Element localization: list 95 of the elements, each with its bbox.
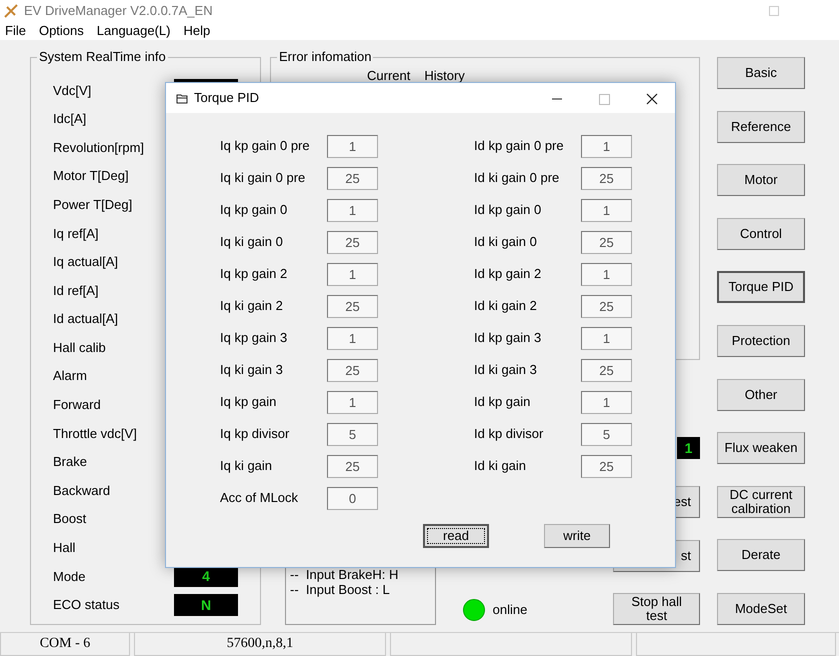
status-text: COM - 6 bbox=[0, 633, 130, 656]
input-field[interactable]: 1 bbox=[581, 390, 632, 414]
field-label: Id ki gain 0 pre bbox=[474, 169, 560, 188]
input-field[interactable]: 1 bbox=[581, 326, 632, 350]
nav-button[interactable]: Flux weaken bbox=[717, 432, 805, 464]
nav-button[interactable]: Control bbox=[717, 218, 805, 250]
field-label: Iq ki gain 3 bbox=[220, 361, 284, 380]
input-field[interactable]: 25 bbox=[327, 166, 378, 190]
field-label: Motor T[Deg] bbox=[53, 167, 130, 186]
nav-button[interactable]: Basic bbox=[717, 57, 805, 89]
dialog-title: Torque PID bbox=[194, 89, 260, 108]
field-label: Acc of MLock bbox=[220, 489, 300, 508]
input-field[interactable]: 1 bbox=[581, 134, 632, 158]
menu-item[interactable]: File bbox=[2, 22, 30, 40]
input-field[interactable]: 5 bbox=[581, 422, 632, 446]
window-title: EV DriveManager V2.0.0.7A_EN bbox=[24, 2, 213, 20]
input-field[interactable]: 25 bbox=[581, 358, 632, 382]
field-label: Hall calib bbox=[53, 338, 107, 357]
field-label: Idc[A] bbox=[53, 110, 88, 128]
field-label: Iq ki gain 0 bbox=[220, 233, 284, 252]
group-title: System RealTime info bbox=[37, 49, 168, 65]
nav-button[interactable]: Torque PID bbox=[717, 271, 805, 304]
field-label: ECO status bbox=[53, 596, 120, 614]
input-field[interactable]: 1 bbox=[327, 390, 378, 414]
field-label: Backward bbox=[53, 482, 112, 500]
field-label: Iq ki gain 0 pre bbox=[220, 169, 306, 188]
input-field[interactable]: 25 bbox=[327, 230, 378, 254]
nav-button[interactable]: Other bbox=[717, 378, 805, 411]
input-field[interactable]: 1 bbox=[327, 262, 378, 286]
log-line: -- Input Boost : L bbox=[290, 582, 391, 597]
field-label: Iq actual[A] bbox=[53, 253, 120, 272]
nav-button[interactable]: Protection bbox=[717, 324, 805, 357]
field-label: Id kp gain 3 bbox=[474, 329, 542, 348]
field-label: Iq kp gain 0 pre bbox=[220, 137, 311, 156]
menu-item[interactable]: Help bbox=[180, 22, 214, 40]
input-field[interactable]: 0 bbox=[327, 486, 378, 510]
input-field[interactable]: 1 bbox=[327, 198, 378, 222]
field-label: Id kp gain 2 bbox=[474, 265, 542, 284]
field-label: Hall bbox=[53, 539, 76, 558]
field-label: Mode bbox=[53, 568, 87, 586]
field-label: Id ref[A] bbox=[53, 282, 100, 300]
nav-button[interactable]: Motor bbox=[717, 164, 805, 196]
value-display: N bbox=[174, 594, 238, 616]
input-field[interactable]: 25 bbox=[581, 294, 632, 318]
status-text: 57600,n,8,1 bbox=[134, 633, 386, 656]
field-label: Id ki gain 0 bbox=[474, 233, 538, 252]
menu-item[interactable]: Language(L) bbox=[94, 22, 174, 40]
dialog-button[interactable]: write bbox=[544, 524, 610, 548]
input-field[interactable]: 1 bbox=[581, 198, 632, 222]
app-icon bbox=[4, 4, 18, 18]
log-line: -- Input BrakeH: H bbox=[290, 567, 400, 582]
input-field[interactable]: 1 bbox=[327, 326, 378, 350]
nav-button[interactable]: DC current calbiration bbox=[717, 486, 805, 518]
field-label: Id actual[A] bbox=[53, 310, 120, 328]
field-label: Iq ki gain bbox=[220, 457, 274, 476]
field-label: Throttle vdc[V] bbox=[53, 424, 138, 443]
status-label: online bbox=[492, 601, 528, 620]
menu-item[interactable]: Options bbox=[36, 22, 88, 40]
field-label: Brake bbox=[53, 453, 88, 472]
value-display: 1 bbox=[677, 437, 700, 459]
nav-button[interactable]: Derate bbox=[717, 539, 805, 572]
input-field[interactable]: 25 bbox=[581, 166, 632, 190]
input-field[interactable]: 25 bbox=[581, 454, 632, 478]
field-label: Power T[Deg] bbox=[53, 196, 134, 214]
field-label: Alarm bbox=[53, 367, 88, 386]
field-label: Id kp gain 0 pre bbox=[474, 137, 565, 156]
field-label: Id ki gain 3 bbox=[474, 361, 538, 380]
nav-button[interactable]: ModeSet bbox=[717, 592, 805, 625]
folder-icon bbox=[176, 92, 188, 104]
input-field[interactable]: 25 bbox=[327, 454, 378, 478]
field-label: Id ki gain 2 bbox=[474, 297, 538, 316]
input-field[interactable]: 5 bbox=[327, 422, 378, 446]
field-label: Iq kp gain 3 bbox=[220, 329, 288, 348]
field-label: Iq ref[A] bbox=[53, 224, 100, 243]
field-label: Forward bbox=[53, 396, 102, 414]
input-field[interactable]: 1 bbox=[581, 262, 632, 286]
field-label: Id ki gain bbox=[474, 457, 528, 476]
field-label: Vdc[V] bbox=[53, 82, 92, 100]
field-label: Iq ki gain 2 bbox=[220, 297, 284, 316]
input-field[interactable]: 25 bbox=[327, 358, 378, 382]
field-label: Id kp gain bbox=[474, 393, 532, 412]
field-label: Iq kp divisor bbox=[220, 425, 290, 444]
field-label: Revolution[rpm] bbox=[53, 138, 146, 157]
input-field[interactable]: 25 bbox=[581, 230, 632, 254]
field-label: Iq kp gain 0 bbox=[220, 201, 288, 220]
input-field[interactable]: 1 bbox=[327, 134, 378, 158]
field-label: Boost bbox=[53, 510, 88, 528]
field-label: Iq kp gain bbox=[220, 393, 278, 412]
input-field[interactable]: 25 bbox=[327, 294, 378, 318]
field-label: Id kp divisor bbox=[474, 425, 544, 444]
field-label: Id kp gain 0 bbox=[474, 201, 542, 220]
field-label: Iq kp gain 2 bbox=[220, 265, 288, 284]
dialog-button[interactable]: read bbox=[423, 524, 489, 548]
nav-button[interactable]: Reference bbox=[717, 110, 805, 143]
action-button[interactable]: Stop hall test bbox=[613, 593, 700, 625]
